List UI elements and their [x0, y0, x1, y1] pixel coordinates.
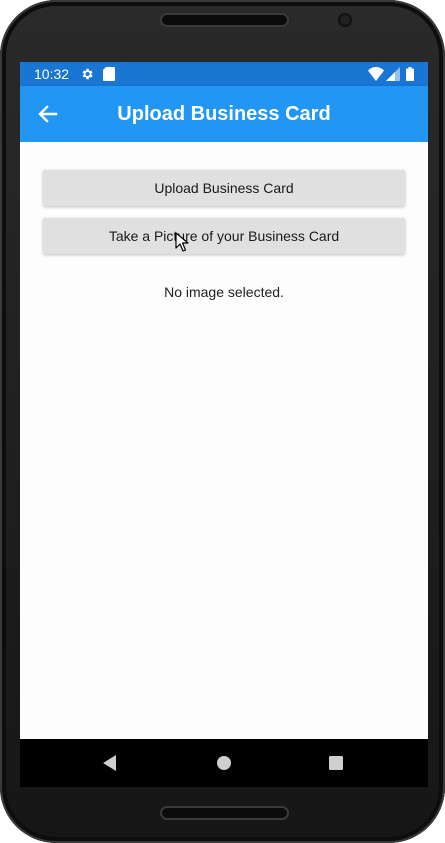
top-speaker	[160, 13, 289, 27]
phone-frame: 10:32 Upload Business Card Upload Busine…	[0, 0, 445, 843]
page-title: Upload Business Card	[117, 103, 331, 125]
cellular-signal-icon	[386, 67, 400, 86]
front-camera	[340, 15, 350, 25]
sd-card-icon	[103, 67, 115, 86]
status-time: 10:32	[34, 66, 70, 82]
take-picture-button[interactable]: Take a Picture of your Business Card	[43, 218, 405, 254]
nav-back-button[interactable]	[100, 753, 120, 773]
system-nav-bar	[20, 739, 428, 787]
phone-screen: 10:32 Upload Business Card Upload Busine…	[20, 62, 428, 787]
app-bar: Upload Business Card	[20, 86, 428, 142]
main-content: Upload Business Card Take a Picture of y…	[20, 142, 428, 739]
nav-home-icon	[214, 756, 234, 777]
nav-back-icon	[100, 755, 120, 777]
nav-home-button[interactable]	[214, 753, 234, 773]
battery-icon	[406, 67, 414, 86]
arrow-back-icon	[32, 105, 64, 134]
bottom-speaker	[160, 806, 289, 820]
gear-icon	[80, 67, 94, 86]
nav-recents-button[interactable]	[326, 753, 346, 773]
mouse-cursor-icon	[175, 232, 189, 257]
wifi-icon	[368, 67, 384, 86]
image-status-text: No image selected.	[164, 284, 284, 300]
nav-recents-icon	[326, 756, 346, 777]
back-button[interactable]	[32, 98, 64, 130]
upload-business-card-button[interactable]: Upload Business Card	[43, 170, 405, 206]
status-bar: 10:32	[20, 62, 428, 86]
